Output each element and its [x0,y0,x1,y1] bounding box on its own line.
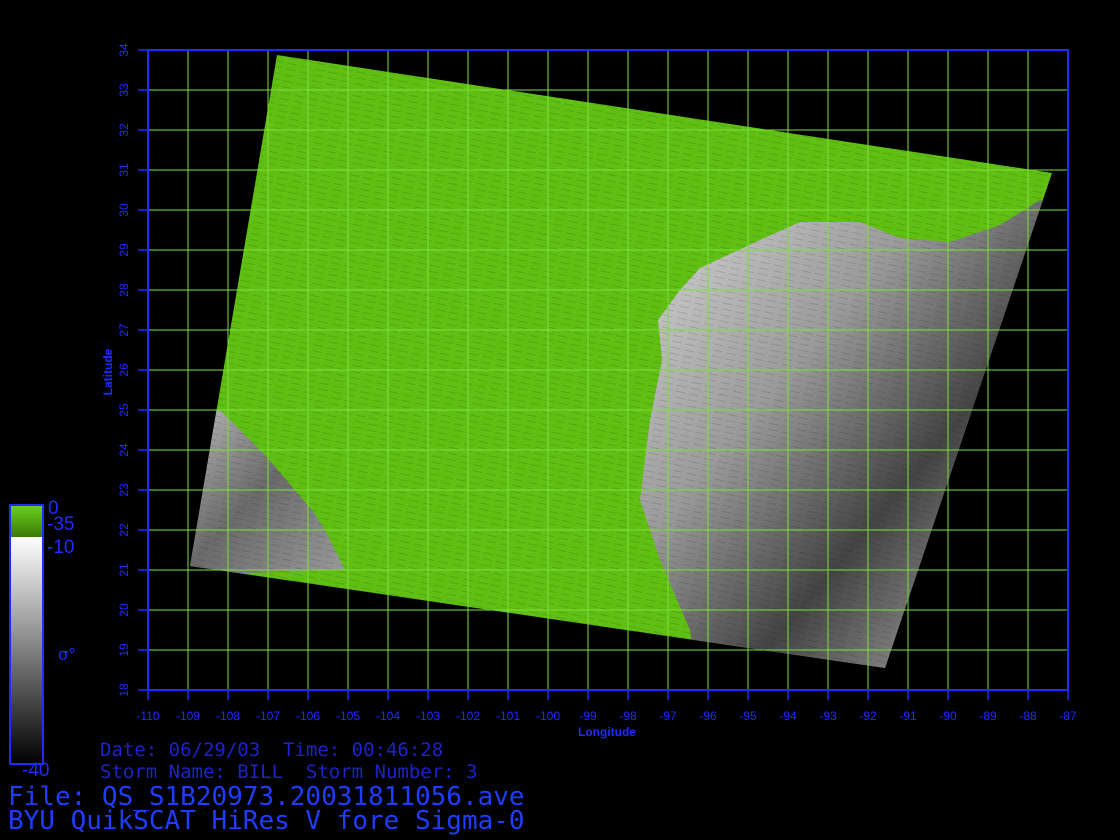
date-time-line: Date: 06/29/03 Time: 00:46:28 [100,739,444,761]
x-tick-label: -106 [296,709,320,723]
product-line: BYU QuikSCAT HiRes V fore Sigma-0 [8,806,525,836]
y-tick-label: 21 [117,563,131,577]
y-tick-label: 23 [117,483,131,497]
x-tick-label: -89 [979,709,997,723]
x-tick-label: -87 [1059,709,1077,723]
x-tick-label: -99 [579,709,597,723]
y-tick-label: 26 [117,363,131,377]
x-tick-label: -107 [256,709,280,723]
x-tick-label: -91 [899,709,917,723]
x-tick-label: -108 [216,709,240,723]
x-axis-title: Longitude [578,725,636,739]
x-tick-label: -97 [659,709,677,723]
colorbar-land-segment [10,505,43,537]
colorbar-label-ocean-top: -10 [47,537,74,558]
x-tick-label: -110 [136,709,159,723]
y-tick-label: 32 [117,123,131,137]
y-tick-label: 22 [117,523,131,537]
y-tick-label: 24 [117,443,131,457]
y-tick-label: 33 [117,83,131,97]
colorbar: 0 -35 -10 -40 σ° [9,498,76,781]
y-tick-label: 29 [117,243,131,257]
y-tick-label: 19 [117,643,131,657]
y-axis-title: Latitude [101,348,115,395]
x-tick-label: -96 [699,709,717,723]
x-tick-label: -94 [779,709,797,723]
x-tick-label: -98 [619,709,637,723]
x-tick-label: -92 [859,709,877,723]
x-tick-label: -105 [336,709,360,723]
x-tick-label: -100 [536,709,560,723]
x-tick-label: -93 [819,709,837,723]
x-tick-label: -88 [1019,709,1037,723]
colorbar-ocean-segment [10,537,43,764]
sigma0-map: -110 -109 -108 -107 -106 -105 -104 -103 -102 -101… [9,43,1077,781]
y-tick-label: 31 [117,163,131,177]
y-tick-label: 20 [117,603,131,617]
y-tick-label: 27 [117,323,131,337]
y-tick-label: 34 [117,43,131,57]
x-tick-label: -101 [496,709,520,723]
y-tick-label: 30 [117,203,131,217]
x-tick-label: -90 [939,709,957,723]
colorbar-label-ocean-bottom: -40 [22,760,49,781]
x-tick-label: -109 [176,709,200,723]
x-tick-label: -104 [376,709,400,723]
x-tick-label: -95 [739,709,757,723]
y-tick-label: 25 [117,403,131,417]
y-tick-label: 18 [117,683,131,697]
colorbar-label-land-bottom: -35 [47,514,74,535]
storm-line: Storm Name: BILL Storm Number: 3 [100,761,478,783]
x-tick-label: -102 [456,709,480,723]
y-tick-label: 28 [117,283,131,297]
x-tick-label: -103 [416,709,440,723]
colorbar-sigma-symbol: σ° [58,645,76,664]
